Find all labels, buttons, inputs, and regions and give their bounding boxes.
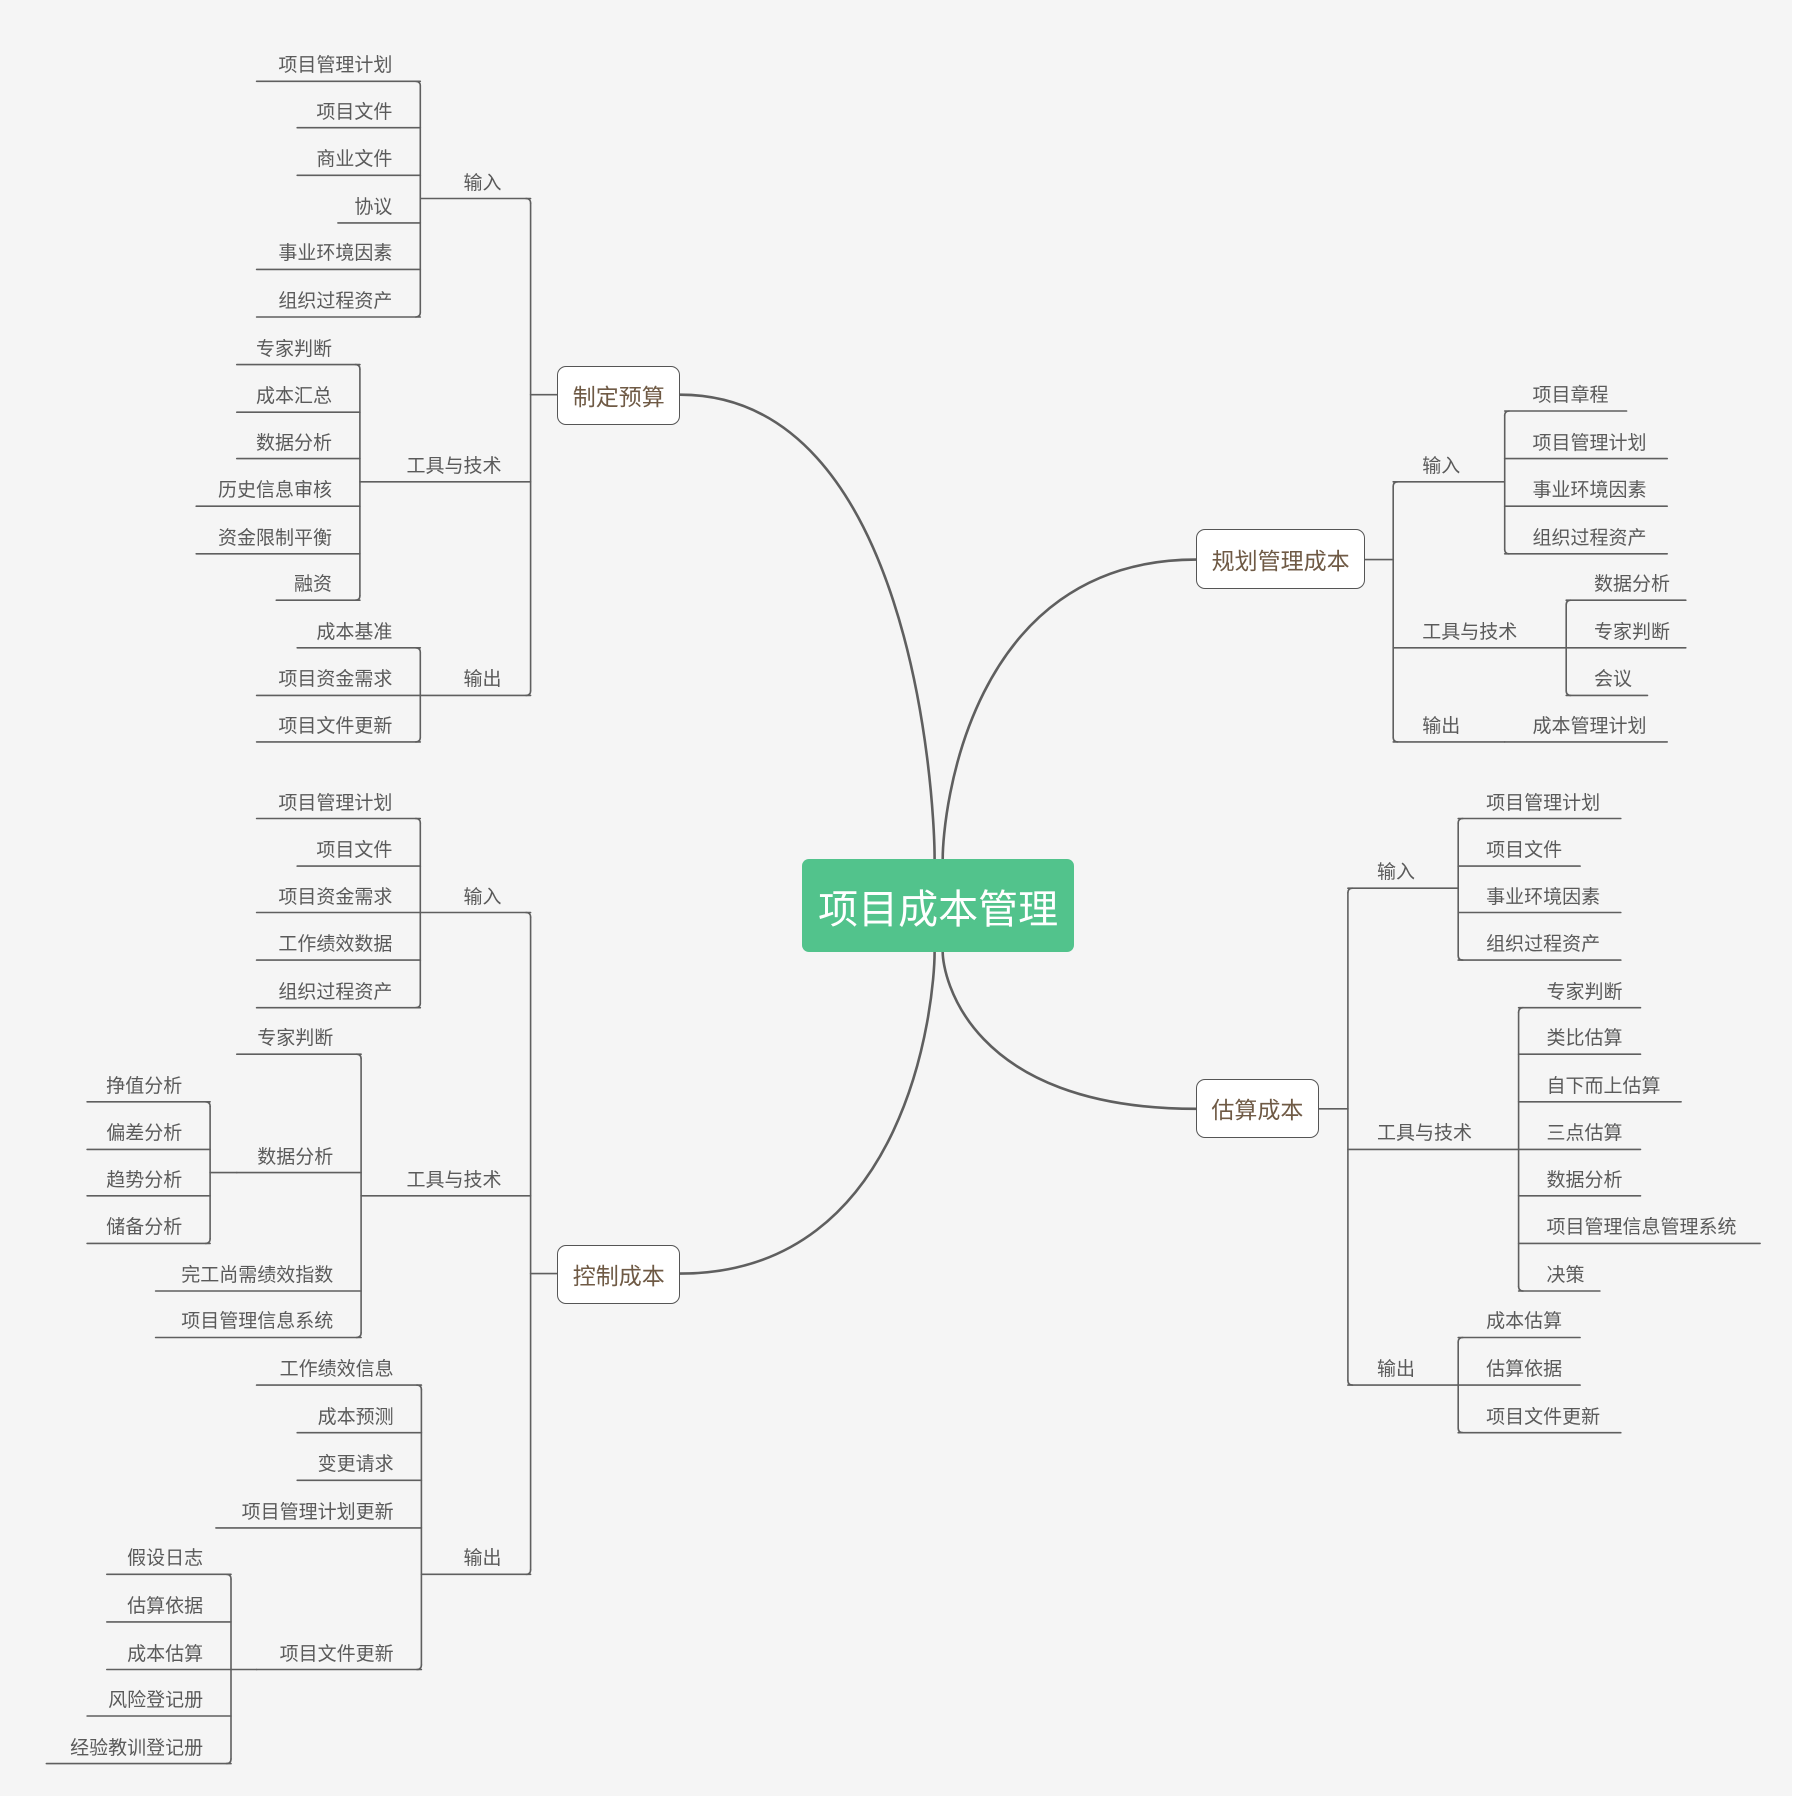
- group-label[interactable]: 输入: [464, 172, 502, 194]
- group-label[interactable]: 工具与技术: [407, 455, 502, 477]
- leaf-item[interactable]: 项目管理计划: [1533, 432, 1647, 454]
- branch-curve: [679, 950, 936, 1275]
- leaf-item[interactable]: 专家判断: [1594, 621, 1670, 643]
- leaf-item[interactable]: 组织过程资产: [1533, 527, 1647, 549]
- leaf-item[interactable]: 成本估算: [1486, 1310, 1562, 1332]
- leaf-item[interactable]: 组织过程资产: [278, 290, 392, 312]
- leaf-item[interactable]: 项目管理计划: [278, 54, 392, 76]
- leaf-item[interactable]: 专家判断: [256, 338, 332, 360]
- leaf-item[interactable]: 数据分析: [256, 432, 332, 454]
- leaf-item[interactable]: 项目章程: [1533, 384, 1609, 406]
- leaf-item[interactable]: 项目管理信息系统: [181, 1310, 333, 1332]
- leaf-item[interactable]: 专家判断: [1546, 981, 1622, 1003]
- leaf-item[interactable]: 项目管理计划更新: [242, 1501, 394, 1523]
- leaf-item[interactable]: 决策: [1546, 1264, 1584, 1286]
- leaf-item[interactable]: 历史信息审核: [218, 479, 332, 501]
- group-label[interactable]: 工具与技术: [407, 1169, 502, 1191]
- leaf-item[interactable]: 事业环境因素: [278, 242, 392, 264]
- group-label[interactable]: 输出: [464, 668, 502, 690]
- leaf-item[interactable]: 类比估算: [1546, 1027, 1622, 1049]
- leaf-item[interactable]: 数据分析: [1546, 1169, 1622, 1191]
- group-label[interactable]: 工具与技术: [1422, 621, 1517, 643]
- branch-curve: [679, 393, 936, 861]
- topic-plan-cost-mgmt[interactable]: 规划管理成本: [1195, 529, 1366, 589]
- group-label[interactable]: 输出: [1422, 715, 1460, 737]
- leaf-item[interactable]: 三点估算: [1546, 1122, 1622, 1144]
- leaf-item[interactable]: 协议: [354, 196, 392, 218]
- leaf-item[interactable]: 自下而上估算: [1546, 1075, 1660, 1097]
- leaf-subitem[interactable]: 挣值分析: [106, 1075, 182, 1097]
- leaf-item[interactable]: 项目文件: [316, 839, 392, 861]
- leaf-item[interactable]: 资金限制平衡: [218, 527, 332, 549]
- leaf-subitem[interactable]: 趋势分析: [106, 1169, 182, 1191]
- leaf-subitem[interactable]: 成本估算: [127, 1643, 203, 1665]
- group-label[interactable]: 输入: [464, 886, 502, 908]
- topic-plan-budget[interactable]: 制定预算: [557, 365, 681, 425]
- leaf-item[interactable]: 组织过程资产: [1486, 933, 1600, 955]
- leaf-item[interactable]: 组织过程资产: [278, 981, 392, 1003]
- leaf-item[interactable]: 专家判断: [257, 1027, 333, 1049]
- leaf-item[interactable]: 成本预测: [318, 1406, 394, 1428]
- branch-curve: [941, 558, 1198, 861]
- branch-curve: [941, 950, 1198, 1111]
- leaf-item[interactable]: 项目管理计划: [278, 792, 392, 814]
- leaf-item[interactable]: 商业文件: [316, 148, 392, 170]
- leaf-subitem[interactable]: 估算依据: [127, 1595, 203, 1617]
- group-label[interactable]: 输入: [1377, 861, 1415, 883]
- leaf-item[interactable]: 数据分析: [1594, 573, 1670, 595]
- leaf-subitem[interactable]: 假设日志: [127, 1547, 203, 1569]
- leaf-item[interactable]: 项目文件: [316, 101, 392, 123]
- topic-estimate-cost[interactable]: 估算成本: [1195, 1078, 1319, 1138]
- leaf-item[interactable]: 数据分析: [257, 1146, 333, 1168]
- leaf-item[interactable]: 项目资金需求: [278, 668, 392, 690]
- topic-control-cost[interactable]: 控制成本: [557, 1244, 681, 1304]
- leaf-subitem[interactable]: 经验教训登记册: [70, 1737, 203, 1759]
- leaf-item[interactable]: 成本汇总: [256, 385, 332, 407]
- leaf-item[interactable]: 事业环境因素: [1486, 886, 1600, 908]
- leaf-item[interactable]: 融资: [294, 573, 332, 595]
- group-label[interactable]: 工具与技术: [1377, 1122, 1472, 1144]
- leaf-item[interactable]: 完工尚需绩效指数: [181, 1264, 333, 1286]
- leaf-item[interactable]: 项目管理信息管理系统: [1546, 1216, 1736, 1238]
- leaf-subitem[interactable]: 风险登记册: [108, 1689, 203, 1711]
- leaf-subitem[interactable]: 偏差分析: [106, 1122, 182, 1144]
- leaf-item[interactable]: 事业环境因素: [1533, 479, 1647, 501]
- leaf-item[interactable]: 项目文件更新: [1486, 1406, 1600, 1428]
- leaf-item[interactable]: 项目文件更新: [280, 1643, 394, 1665]
- leaf-subitem[interactable]: 储备分析: [106, 1216, 182, 1238]
- leaf-item[interactable]: 项目文件更新: [278, 715, 392, 737]
- leaf-item[interactable]: 成本基准: [316, 621, 392, 643]
- group-label[interactable]: 输入: [1422, 455, 1460, 477]
- group-label[interactable]: 输出: [1377, 1358, 1415, 1380]
- leaf-item[interactable]: 项目资金需求: [278, 886, 392, 908]
- leaf-item[interactable]: 会议: [1594, 668, 1632, 690]
- root-topic[interactable]: 项目成本管理: [802, 859, 1074, 952]
- group-label[interactable]: 输出: [464, 1547, 502, 1569]
- leaf-item[interactable]: 估算依据: [1486, 1358, 1562, 1380]
- leaf-item[interactable]: 变更请求: [318, 1453, 394, 1475]
- leaf-item[interactable]: 工作绩效数据: [278, 933, 392, 955]
- leaf-item[interactable]: 成本管理计划: [1533, 715, 1647, 737]
- leaf-item[interactable]: 项目管理计划: [1486, 792, 1600, 814]
- leaf-item[interactable]: 项目文件: [1486, 839, 1562, 861]
- leaf-item[interactable]: 工作绩效信息: [280, 1358, 394, 1380]
